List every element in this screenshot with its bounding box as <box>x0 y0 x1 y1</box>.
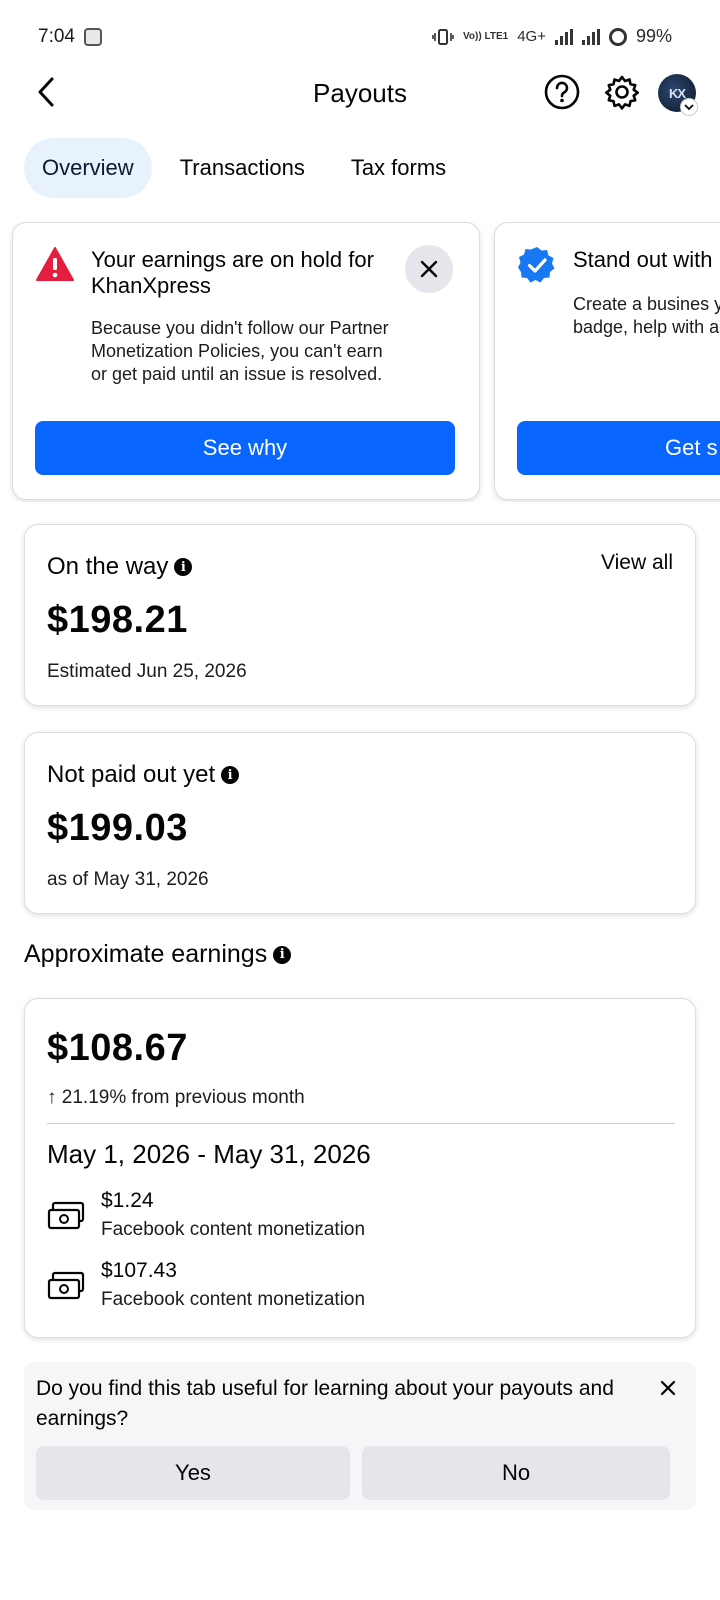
view-all-link[interactable]: View all <box>601 551 673 575</box>
tab-transactions[interactable]: Transactions <box>162 138 323 198</box>
feedback-panel: Do you find this tab useful for learning… <box>24 1362 696 1510</box>
gear-icon <box>605 75 639 110</box>
earnings-amount: $1.24 <box>101 1189 154 1212</box>
feedback-yes-button[interactable]: Yes <box>36 1446 350 1500</box>
info-icon[interactable]: i <box>221 766 240 784</box>
alerts-carousel[interactable]: Your earnings are on hold for KhanXpress… <box>0 222 720 502</box>
see-why-button[interactable]: See why <box>35 421 455 475</box>
approximate-earnings-heading: Approximate earnings i <box>24 940 292 969</box>
dismiss-feedback-button[interactable] <box>656 1376 680 1400</box>
earnings-source: Facebook content monetization <box>101 1289 366 1310</box>
change-from-previous: ↑ 21.19% from previous month <box>47 1087 305 1108</box>
alert-title: Your earnings are on hold for KhanXpress <box>91 247 374 298</box>
chevron-down-icon <box>684 104 694 111</box>
on-the-way-estimate: Estimated Jun 25, 2026 <box>47 661 247 682</box>
tab-bar: Overview Transactions Tax forms <box>24 138 474 198</box>
close-icon <box>420 260 438 278</box>
info-icon[interactable]: i <box>174 558 193 576</box>
warning-triangle-icon <box>36 247 74 281</box>
close-icon <box>660 1380 676 1396</box>
promo-title: Stand out with <box>573 247 713 272</box>
approximate-amount: $108.67 <box>47 1027 188 1069</box>
signal-strength-2-icon <box>581 28 600 45</box>
help-button[interactable] <box>542 72 582 112</box>
get-started-button[interactable]: Get s <box>517 421 720 475</box>
not-paid-date: as of May 31, 2026 <box>47 869 209 890</box>
vibrate-icon <box>432 28 454 45</box>
earnings-row: $1.24 Facebook content monetization <box>47 1189 667 1249</box>
earnings-row: $107.43 Facebook content monetization <box>47 1259 667 1319</box>
earnings-amount: $107.43 <box>101 1259 177 1282</box>
verified-badge-icon <box>518 247 555 283</box>
network-type: 4G+ <box>517 28 546 45</box>
feedback-question: Do you find this tab useful for learning… <box>36 1377 614 1430</box>
signal-strength-icon <box>554 28 573 45</box>
battery-level: 99% <box>635 26 672 46</box>
settings-button[interactable] <box>602 72 642 112</box>
payouts-screen: 7:04 Vo)) LTE1 4G+ 99% Payouts KX Overvi… <box>0 0 720 1600</box>
status-time: 7:04 <box>38 26 75 47</box>
volte-indicator: Vo)) LTE1 <box>463 30 509 42</box>
feedback-no-button[interactable]: No <box>362 1446 670 1500</box>
dismiss-alert-button[interactable] <box>405 245 453 293</box>
not-paid-amount: $199.03 <box>47 807 188 849</box>
earnings-hold-card: Your earnings are on hold for KhanXpress… <box>12 222 480 500</box>
on-the-way-label: On the way <box>47 553 169 580</box>
money-icon <box>47 1201 85 1230</box>
status-bar: 7:04 Vo)) LTE1 4G+ 99% <box>0 0 720 76</box>
notification-app-icon <box>84 28 102 46</box>
tab-overview[interactable]: Overview <box>24 138 152 198</box>
help-icon <box>544 74 580 110</box>
app-header: Payouts KX <box>0 70 720 116</box>
info-icon[interactable]: i <box>273 945 292 964</box>
earnings-source: Facebook content monetization <box>101 1219 366 1240</box>
divider <box>47 1123 675 1124</box>
alert-body: Because you didn't follow our Partner Mo… <box>91 318 389 384</box>
not-paid-label: Not paid out yet <box>47 761 216 788</box>
tab-tax-forms[interactable]: Tax forms <box>333 138 464 198</box>
approximate-earnings-label: Approximate earnings <box>24 940 268 968</box>
on-the-way-card: On the way i View all $198.21 Estimated … <box>24 524 696 706</box>
on-the-way-heading: On the way i <box>47 553 193 581</box>
promo-body: Create a busines you can subscrib badge,… <box>573 294 720 337</box>
verified-promo-card: Stand out with Create a busines you can … <box>494 222 720 500</box>
account-switcher[interactable] <box>680 98 698 116</box>
not-paid-heading: Not paid out yet i <box>47 761 240 789</box>
money-icon <box>47 1271 85 1300</box>
approximate-earnings-card: $108.67 ↑ 21.19% from previous month May… <box>24 998 696 1338</box>
status-icons: Vo)) LTE1 4G+ 99% <box>432 26 672 47</box>
on-the-way-amount: $198.21 <box>47 599 188 641</box>
date-range: May 1, 2026 - May 31, 2026 <box>47 1139 371 1169</box>
not-paid-card: Not paid out yet i $199.03 as of May 31,… <box>24 732 696 914</box>
battery-icon <box>608 27 627 46</box>
